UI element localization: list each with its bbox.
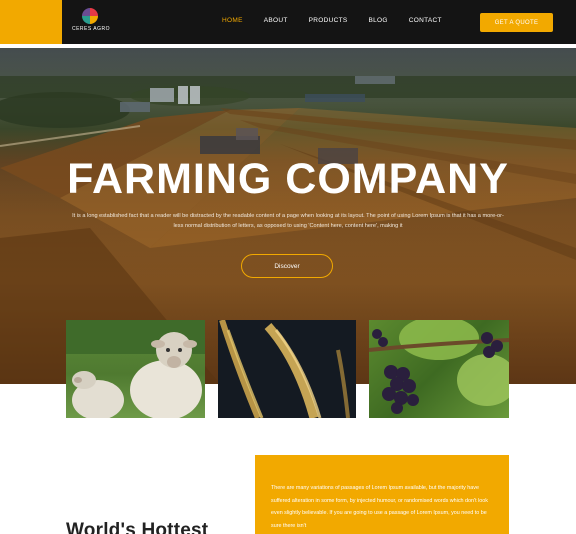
grapes-image: [369, 320, 509, 414]
nav-item-home[interactable]: HOME: [222, 17, 243, 24]
hero-title: FARMING COMPANY: [67, 155, 509, 203]
nav-item-blog[interactable]: BLOG: [368, 17, 387, 24]
grapes-photo[interactable]: [369, 320, 509, 418]
sheep-photo[interactable]: [66, 320, 205, 418]
section-heading: World's Hottest: [66, 520, 209, 534]
main-nav: HOME ABOUT PRODUCTS BLOG CONTACT: [222, 17, 442, 24]
logo-text: CERES AGRO: [71, 26, 111, 32]
logo-mark-icon: [82, 8, 98, 24]
nav-item-about[interactable]: ABOUT: [264, 17, 288, 24]
nav-item-products[interactable]: PRODUCTS: [309, 17, 348, 24]
wheat-image: [218, 320, 356, 418]
discover-button[interactable]: Discover: [241, 254, 333, 278]
logo[interactable]: CERES AGRO: [66, 6, 116, 38]
nav-item-contact[interactable]: CONTACT: [409, 17, 442, 24]
logo-accent-block: [0, 0, 62, 44]
info-text: There are many variations of passages of…: [271, 485, 488, 529]
info-box: There are many variations of passages of…: [255, 455, 509, 534]
sheep-image: [66, 320, 205, 418]
hero-description: It is a long established fact that a rea…: [72, 213, 504, 229]
get-a-quote-button[interactable]: GET A QUOTE: [480, 13, 553, 32]
wheat-photo[interactable]: [218, 320, 356, 418]
site-header: CERES AGRO HOME ABOUT PRODUCTS BLOG CONT…: [0, 0, 576, 44]
